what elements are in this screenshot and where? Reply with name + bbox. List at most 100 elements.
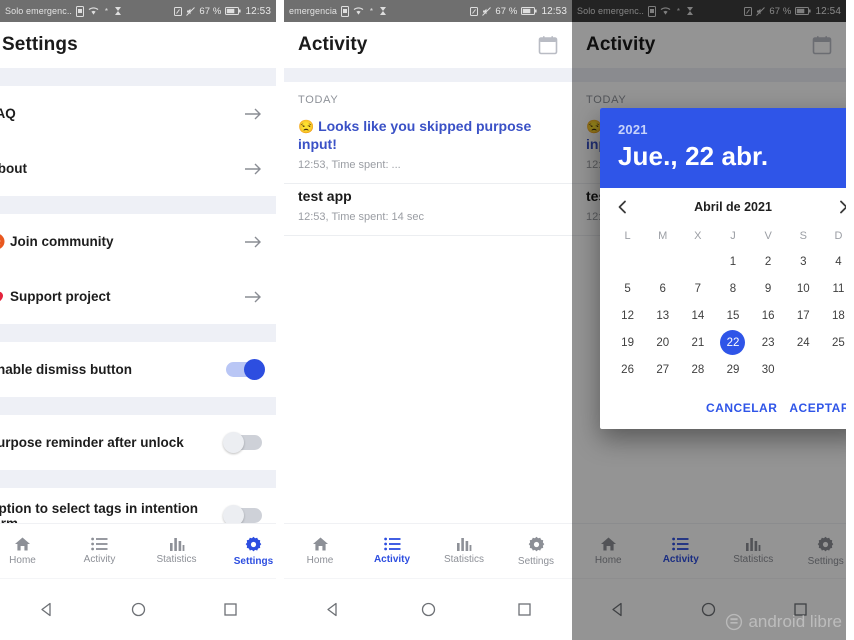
confused-face-emoji: 😒 <box>298 119 315 134</box>
accept-button[interactable]: ACEPTAR <box>789 401 846 415</box>
nav-item-statistics[interactable]: Statistics <box>138 537 215 565</box>
calendar-day[interactable]: 14 <box>680 302 715 329</box>
carrier-label: emergencia <box>289 6 338 16</box>
weekday-label: J <box>730 230 736 242</box>
home-button-icon[interactable] <box>131 602 146 617</box>
watermark-logo-icon <box>726 613 743 631</box>
calendar-day[interactable]: 1 <box>715 248 750 275</box>
activity-item-subtitle: 12:53, Time spent: ... <box>298 158 401 171</box>
toggle-enable-dismiss-button[interactable] <box>226 359 265 380</box>
settings-row-join-community[interactable]: Join community <box>0 214 276 269</box>
nav-item-home[interactable]: Home <box>284 536 356 566</box>
calendar-day[interactable]: 9 <box>751 275 786 302</box>
calendar-day[interactable]: 13 <box>645 302 680 329</box>
toggle-select-tags[interactable] <box>223 505 262 526</box>
calendar-day[interactable]: 5 <box>610 275 645 302</box>
activity-list-item[interactable]: 😒 Looks like you skipped purpose input! … <box>284 114 572 184</box>
calendar-day[interactable]: 17 <box>786 302 821 329</box>
next-month-icon[interactable] <box>836 200 846 214</box>
calendar-day-selected-label: 22 <box>726 336 740 349</box>
bottom-navigation: Home Activity Statistics Settings <box>0 523 276 578</box>
calendar-day[interactable]: 6 <box>645 275 680 302</box>
arrow-right-icon <box>244 290 262 304</box>
battery-percent: 67 % <box>495 5 518 17</box>
calendar-day[interactable]: 21 <box>680 329 715 356</box>
calendar-day[interactable]: 3 <box>786 248 821 275</box>
settings-row-enable-dismiss-button[interactable]: Enable dismiss button <box>0 342 276 397</box>
calendar-week-row: 5 6 7 8 9 10 11 <box>610 275 846 302</box>
calendar-day[interactable]: 27 <box>645 356 680 383</box>
calendar-day[interactable]: 10 <box>786 275 821 302</box>
clock-label: 12:53 <box>541 5 567 17</box>
calendar-day[interactable]: 24 <box>786 329 821 356</box>
nav-item-home[interactable]: Home <box>0 536 61 566</box>
battery-icon <box>225 7 242 15</box>
recents-button-icon[interactable] <box>223 602 238 617</box>
calendar-day[interactable]: 16 <box>751 302 786 329</box>
calendar-day[interactable]: 15 <box>715 302 750 329</box>
activity-item-title: test app <box>298 187 352 204</box>
calendar-day-empty <box>680 248 715 275</box>
calendar-day[interactable]: 30 <box>751 356 786 383</box>
wifi-icon <box>353 6 364 16</box>
weekday-label: S <box>799 230 807 242</box>
home-button-icon[interactable] <box>421 602 436 617</box>
section-divider <box>0 470 276 488</box>
nav-item-label: Home <box>306 555 334 566</box>
settings-row-support-project[interactable]: Support project <box>0 269 276 324</box>
date-picker-selected-date[interactable]: Jue., 22 abr. <box>618 141 846 172</box>
calendar-week-row: 26 27 28 29 30 <box>610 356 846 383</box>
toggle-purpose-reminder[interactable] <box>223 432 262 453</box>
calendar-day-empty <box>645 248 680 275</box>
calendar-weekday-row: L M X J V S D <box>610 224 846 248</box>
calendar-day[interactable]: 26 <box>610 356 645 383</box>
nfc-icon <box>174 6 183 16</box>
settings-row-about[interactable]: About <box>0 141 276 196</box>
cancel-button[interactable]: CANCELAR <box>706 401 777 415</box>
settings-row-label: FAQ <box>0 106 16 121</box>
screenshot-stage: Solo emergenc.. * 67 % 12:53 Settings FA… <box>0 0 854 640</box>
toggle-knob <box>223 432 244 453</box>
calendar-day[interactable]: 8 <box>715 275 750 302</box>
calendar-grid: L M X J V S D 1 2 3 4 5 6 7 8 9 10 11 12… <box>600 220 846 383</box>
sim-card-icon <box>76 5 85 17</box>
calendar-day[interactable]: 11 <box>821 275 846 302</box>
back-button-icon[interactable] <box>39 602 54 617</box>
calendar-day[interactable]: 25 <box>821 329 846 356</box>
calendar-day[interactable]: 18 <box>821 302 846 329</box>
calendar-day[interactable]: 7 <box>680 275 715 302</box>
nav-item-activity[interactable]: Activity <box>61 537 138 565</box>
settings-row-faq[interactable]: FAQ <box>0 86 276 141</box>
section-divider <box>0 68 276 86</box>
calendar-day-empty <box>786 356 821 383</box>
nav-item-statistics[interactable]: Statistics <box>428 537 500 565</box>
calendar-day[interactable]: 4 <box>821 248 846 275</box>
weekday-label: X <box>694 230 702 242</box>
system-navigation-bar <box>284 578 572 640</box>
calendar-day[interactable]: 19 <box>610 329 645 356</box>
calendar-icon[interactable] <box>538 35 558 55</box>
nav-item-settings[interactable]: Settings <box>215 536 276 567</box>
calendar-day-selected[interactable]: 22 <box>715 329 750 356</box>
calendar-day[interactable]: 29 <box>715 356 750 383</box>
recents-button-icon[interactable] <box>517 602 532 617</box>
activity-list-item[interactable]: test app 12:53, Time spent: 14 sec <box>284 184 572 236</box>
calendar-day[interactable]: 12 <box>610 302 645 329</box>
phone-panel-settings: Solo emergenc.. * 67 % 12:53 Settings FA… <box>0 0 276 640</box>
weekday-label: D <box>834 230 843 242</box>
nav-item-settings[interactable]: Settings <box>500 536 572 567</box>
calendar-day[interactable]: 20 <box>645 329 680 356</box>
settings-row-purpose-reminder[interactable]: Purpose reminder after unlock <box>0 415 276 470</box>
nav-item-activity[interactable]: Activity <box>356 537 428 565</box>
clock-label: 12:53 <box>245 5 271 17</box>
date-picker-year[interactable]: 2021 <box>618 122 846 137</box>
calendar-day[interactable]: 2 <box>751 248 786 275</box>
date-picker-dialog: 2021 Jue., 22 abr. Abril de 2021 L M X J… <box>600 108 846 429</box>
sim-card-icon <box>341 5 350 17</box>
back-button-icon[interactable] <box>325 602 340 617</box>
calendar-day[interactable]: 28 <box>680 356 715 383</box>
prev-month-icon[interactable] <box>616 200 630 214</box>
wifi-icon <box>88 6 99 16</box>
bar-chart-icon <box>169 537 185 551</box>
calendar-day[interactable]: 23 <box>751 329 786 356</box>
